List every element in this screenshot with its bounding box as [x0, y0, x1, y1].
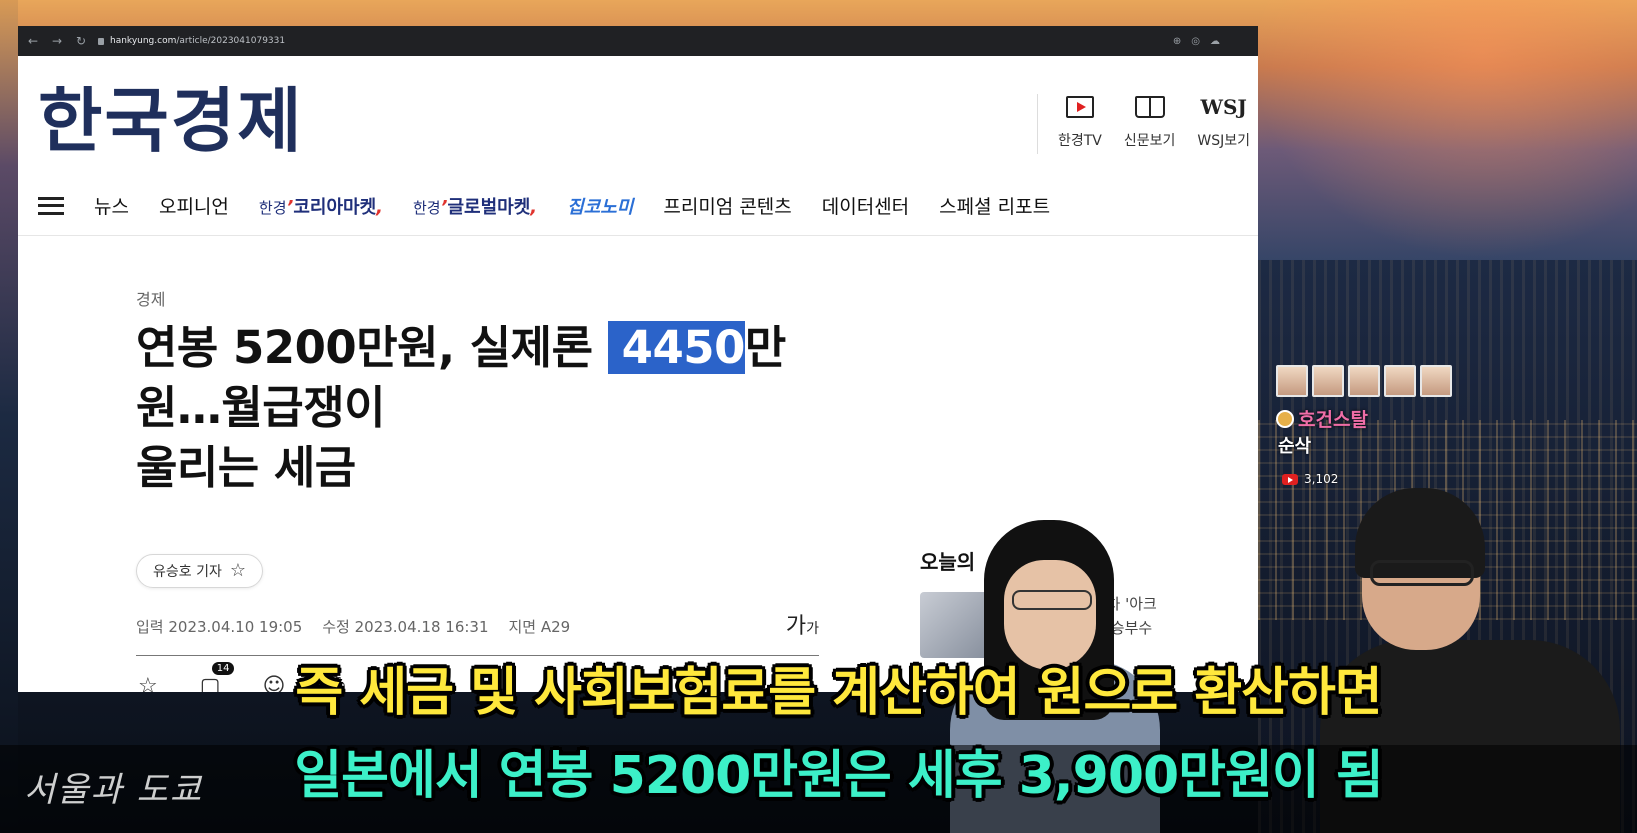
- headline-selection: 4450: [607, 321, 745, 374]
- wsj-icon: WSJ: [1200, 95, 1247, 119]
- wsj-link[interactable]: WSJ WSJ보기: [1197, 94, 1250, 154]
- address-bar: ← → ↻ hankyung.com/article/2023041079331…: [18, 26, 1258, 56]
- nav-datacenter[interactable]: 데이터센터: [822, 192, 909, 219]
- avatar: [1312, 365, 1344, 397]
- headline-part-a: 연봉 5200만원, 실제론: [136, 321, 593, 374]
- url-path: /article/2023041079331: [176, 36, 286, 46]
- headline-line2: 울리는 세금: [136, 441, 356, 494]
- forward-icon[interactable]: →: [50, 34, 64, 48]
- nav-korea-market-prefix: 한경: [258, 198, 287, 217]
- nav-opinion[interactable]: 오피니언: [159, 192, 229, 219]
- font-size-button[interactable]: 가가: [786, 608, 819, 640]
- article-section[interactable]: 경제: [136, 286, 856, 310]
- nav-global-market-label: 글로벌마켓: [447, 196, 531, 218]
- wsj-label: WSJ보기: [1197, 133, 1250, 149]
- reload-icon[interactable]: ↻: [74, 34, 88, 48]
- nav-special-report[interactable]: 스페셜 리포트: [939, 192, 1050, 219]
- nav-news[interactable]: 뉴스: [94, 192, 129, 219]
- cloud-icon[interactable]: ☁: [1210, 36, 1220, 47]
- site-logo[interactable]: 한국경제: [38, 86, 304, 156]
- streamer-name: 호건스탈: [1276, 405, 1368, 432]
- nav-korea-market-label: 코리아마켓: [293, 196, 377, 218]
- header-links: 한경TV 신문보기 WSJ WSJ보기: [1036, 94, 1250, 154]
- zoom-icon[interactable]: ⊕: [1173, 36, 1181, 47]
- print-page: 지면 A29: [508, 618, 571, 636]
- avatar: [1276, 365, 1308, 397]
- webcam-person-woman-glasses: [1012, 590, 1092, 610]
- input-date: 입력 2023.04.10 19:05: [136, 618, 303, 636]
- eye-off-icon[interactable]: ◎: [1191, 36, 1200, 47]
- streamer-name-text: 호건스탈: [1298, 409, 1368, 431]
- newspaper-link[interactable]: 신문보기: [1123, 94, 1176, 154]
- sunset-glow: [1250, 0, 1637, 260]
- avatar: [1420, 365, 1452, 397]
- streamer-subtitle: 순삭: [1278, 436, 1312, 457]
- avatar: [1348, 365, 1380, 397]
- webcam-person-man-glasses: [1370, 560, 1474, 586]
- main-nav: 뉴스 오피니언 한경’코리아마켓, 한경’글로벌마켓, 집코노미 프리미엄 콘텐…: [18, 176, 1258, 236]
- url-host: hankyung.com: [110, 36, 177, 46]
- font-size-large: 가: [785, 614, 807, 639]
- youtube-icon: [1282, 473, 1298, 485]
- viewer-avatars: [1276, 365, 1452, 397]
- back-icon[interactable]: ←: [26, 34, 40, 48]
- nav-global-market[interactable]: 한경’글로벌마켓,: [413, 193, 537, 219]
- subtitle-line-2: 일본에서 연봉 5200만원은 세후 3,900만원이 됨: [294, 746, 1383, 806]
- url-field[interactable]: hankyung.com/article/2023041079331: [98, 36, 1163, 46]
- background-edge: [0, 0, 18, 833]
- nav-premium[interactable]: 프리미엄 콘텐츠: [663, 192, 791, 219]
- nav-global-market-prefix: 한경: [413, 198, 441, 217]
- article: 경제 연봉 5200만원, 실제론 4450만원…월급쟁이 울리는 세금 유승호…: [136, 286, 856, 692]
- avatar: [1384, 365, 1416, 397]
- subtitle-line-1: 즉 세금 및 사회보험료를 계산하여 원으로 환산하면: [295, 663, 1382, 723]
- font-size-small: 가: [806, 621, 819, 637]
- menu-icon[interactable]: [38, 196, 64, 215]
- side-title: 오늘의: [920, 550, 976, 574]
- hankyung-tv-label: 한경TV: [1057, 133, 1102, 149]
- newspaper-label: 신문보기: [1123, 133, 1176, 149]
- streamer-avatar-icon: [1276, 409, 1294, 428]
- modified-date: 수정 2023.04.18 16:31: [322, 618, 489, 636]
- view-count: 3,102: [1282, 472, 1338, 486]
- view-count-text: 3,102: [1304, 472, 1339, 486]
- newspaper-icon: [1134, 96, 1165, 118]
- nav-jipconomy[interactable]: 집코노미: [567, 193, 633, 219]
- hankyung-tv-link[interactable]: 한경TV: [1058, 94, 1102, 154]
- lock-icon: [98, 37, 104, 45]
- tv-icon: [1065, 96, 1094, 118]
- reporter-name: 유승호 기자: [153, 564, 222, 580]
- nav-korea-market[interactable]: 한경’코리아마켓,: [259, 193, 383, 219]
- star-icon[interactable]: ☆: [230, 562, 246, 580]
- article-headline: 연봉 5200만원, 실제론 4450만원…월급쟁이 울리는 세금: [136, 318, 856, 498]
- reporter-chip[interactable]: 유승호 기자 ☆: [136, 554, 263, 588]
- site-header: 한국경제 한경TV 신문보기 WSJ WSJ보기: [18, 56, 1258, 176]
